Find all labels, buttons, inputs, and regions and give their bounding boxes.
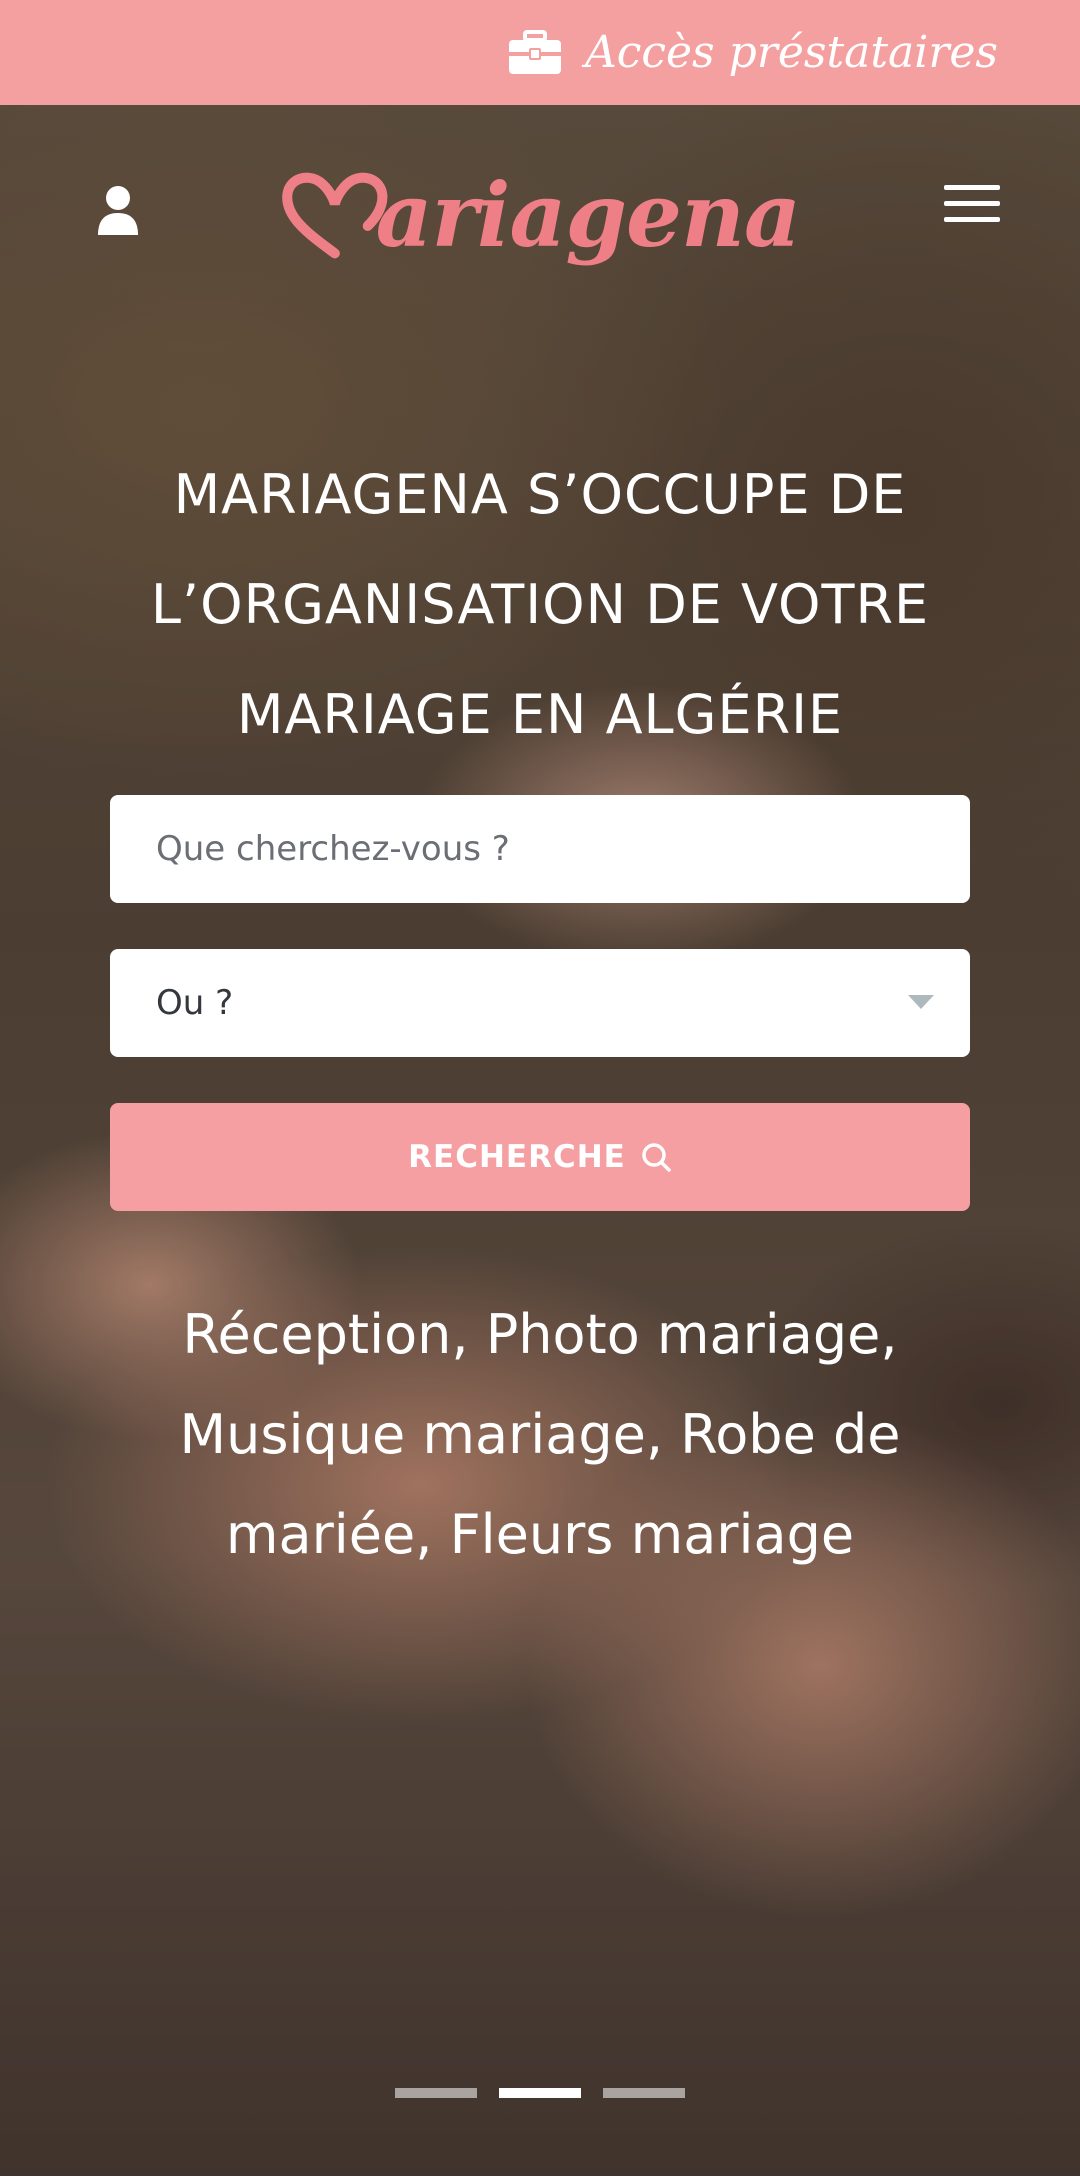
headline-line: L’ORGANISATION DE VOTRE	[150, 573, 930, 636]
carousel-dot-3[interactable]	[603, 2088, 685, 2098]
category-list: Réception, Photo mariage, Musique mariag…	[100, 1285, 980, 1585]
provider-access-label: Accès préstataires	[584, 27, 998, 78]
carousel-dot-1[interactable]	[395, 2088, 477, 2098]
briefcase-icon	[508, 29, 561, 74]
heart-m-icon	[282, 172, 388, 259]
hamburger-line	[944, 201, 1000, 206]
top-bar: Accès préstataires	[0, 0, 1080, 105]
category-line: Musique mariage, Robe de	[179, 1403, 901, 1466]
headline-line: MARIAGE EN ALGÉRIE	[236, 683, 844, 746]
site-logo[interactable]: ariagena	[280, 145, 801, 285]
hamburger-line	[944, 217, 1000, 222]
logo-text: ariagena	[375, 163, 801, 267]
category-line: mariée, Fleurs mariage	[225, 1503, 855, 1566]
search-button[interactable]: RECHERCHE	[110, 1103, 970, 1211]
hero-headline: MARIAGENA S’OCCUPE DE L’ORGANISATION DE …	[80, 440, 1000, 770]
provider-access-link[interactable]: Accès préstataires	[507, 27, 998, 78]
hamburger-menu-icon	[944, 185, 1000, 190]
category-line: Réception, Photo mariage,	[182, 1303, 898, 1366]
carousel-indicators	[395, 2088, 685, 2098]
hamburger-menu-button[interactable]	[944, 185, 1000, 229]
hero-section: ariagena MARIAGENA S’OCCUPE DE L’ORGANIS…	[0, 105, 1080, 2176]
search-input[interactable]	[110, 795, 970, 903]
search-button-label: RECHERCHE	[408, 1139, 626, 1175]
user-icon	[98, 186, 138, 235]
user-account-button[interactable]	[96, 185, 140, 235]
headline-line: MARIAGENA S’OCCUPE DE	[173, 463, 907, 526]
location-select-value: Ou ?	[156, 983, 234, 1023]
location-select[interactable]: Ou ?	[110, 949, 970, 1057]
chevron-down-icon	[908, 995, 934, 1009]
search-icon	[642, 1143, 671, 1172]
carousel-dot-2[interactable]	[499, 2088, 581, 2098]
